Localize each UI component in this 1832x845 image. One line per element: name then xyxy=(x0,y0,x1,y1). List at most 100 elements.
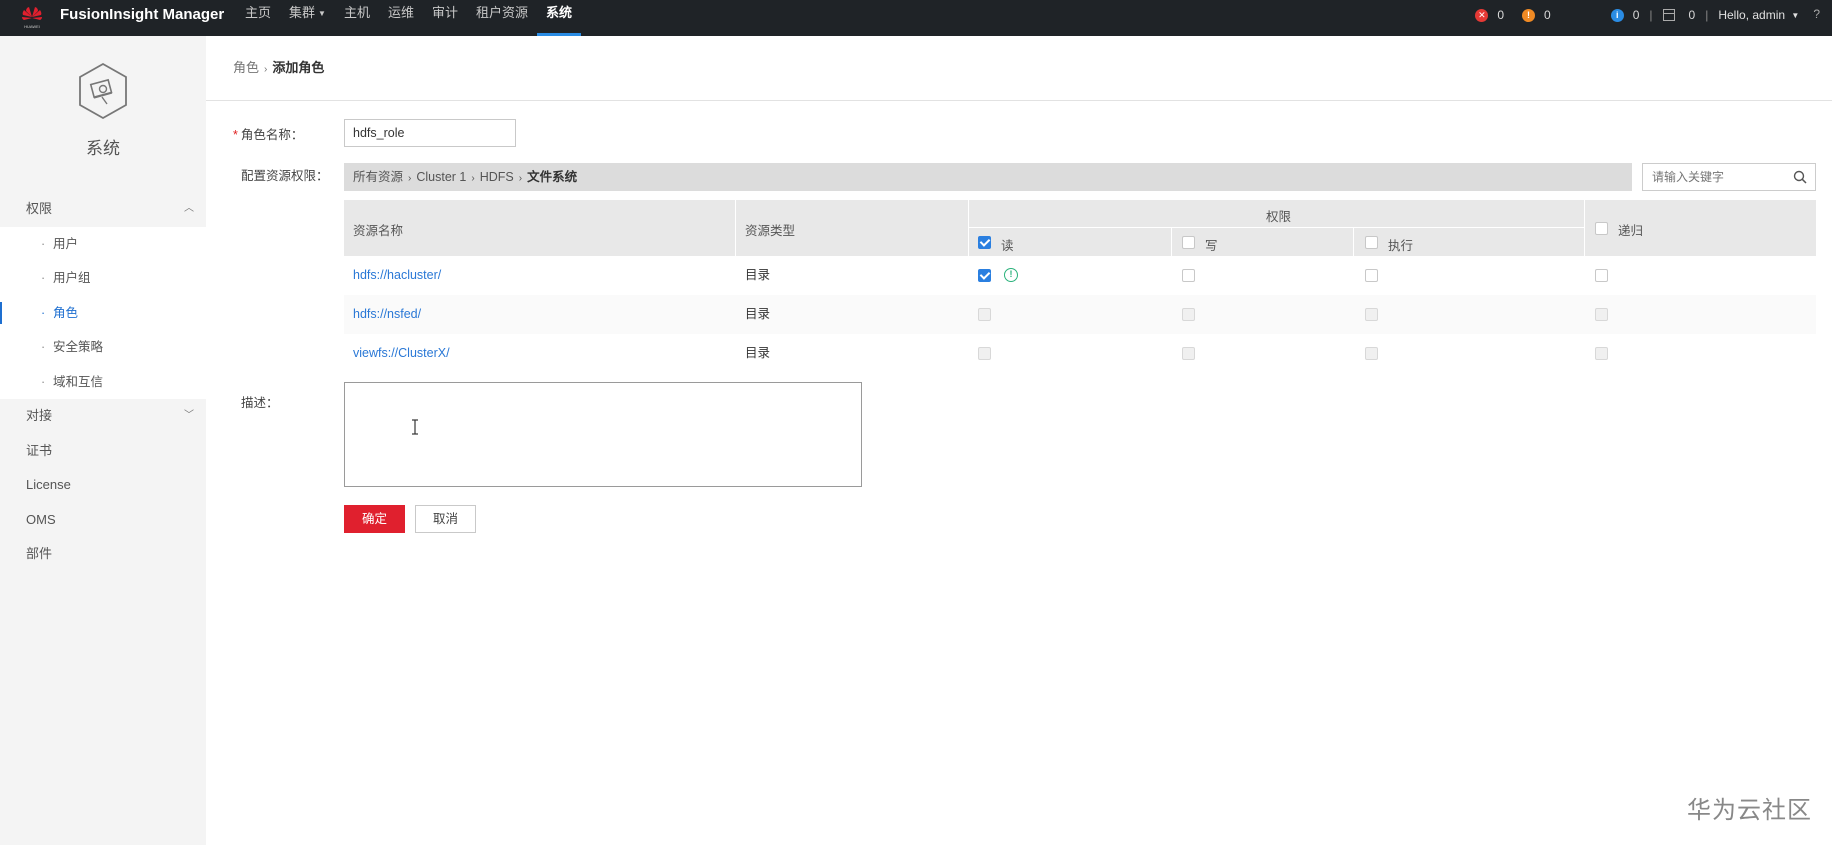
col-divider xyxy=(1171,228,1172,256)
sidebar-item-certificates[interactable]: 证书 xyxy=(0,434,206,469)
nav-hosts-label: 主机 xyxy=(343,5,370,20)
sidebar-group-integration[interactable]: 对接 ﹀ xyxy=(0,399,206,434)
resource-path-cluster[interactable]: Cluster 1 xyxy=(416,170,466,184)
table-header: 资源名称 资源类型 权限 读 写 执行 递归 xyxy=(344,200,1816,256)
nav-cluster[interactable]: 集群 ▼ xyxy=(280,0,335,36)
sidebar-menu: 权限 ︿ 用户 用户组 角色 安全策略 域和互信 对接 ﹀ 证书 License… xyxy=(0,192,206,572)
breadcrumb-current: 添加角色 xyxy=(272,60,325,75)
nav-system[interactable]: 系统 xyxy=(537,0,582,36)
select-all-read-checkbox[interactable] xyxy=(978,236,991,249)
breadcrumb-parent[interactable]: 角色 xyxy=(233,60,259,75)
read-checkbox[interactable] xyxy=(978,269,991,282)
sidebar-group-label: License xyxy=(26,477,71,492)
read-checkbox xyxy=(978,347,991,360)
sidebar-group-label: 证书 xyxy=(26,442,53,458)
sidebar-item-oms[interactable]: OMS xyxy=(0,503,206,538)
required-marker: * xyxy=(233,128,238,142)
description-textarea[interactable] xyxy=(344,382,862,487)
major-alarms[interactable]: ! 0 xyxy=(1522,0,1551,30)
sidebar-group-label: 权限 xyxy=(26,201,53,216)
resource-path-root[interactable]: 所有资源 xyxy=(353,170,403,184)
resource-path-service[interactable]: HDFS xyxy=(480,170,514,184)
select-all-execute-checkbox[interactable] xyxy=(1365,236,1378,249)
resource-type: 目录 xyxy=(745,346,771,360)
search-icon[interactable] xyxy=(1793,170,1807,184)
sidebar-item-security-policy[interactable]: 安全策略 xyxy=(0,330,206,365)
cancel-button[interactable]: 取消 xyxy=(415,505,476,533)
separator: | xyxy=(1705,8,1709,22)
critical-alarm-icon: ✕ xyxy=(1475,8,1489,22)
confirm-button[interactable]: 确定 xyxy=(344,505,405,533)
nav-system-label: 系统 xyxy=(546,5,573,20)
col-header-execute: 执行 xyxy=(1388,239,1414,253)
system-icon xyxy=(79,62,127,120)
nav-audit[interactable]: 审计 xyxy=(423,0,467,36)
sidebar-title: 系统 xyxy=(86,139,120,158)
table-row: viewfs://ClusterX/ 目录 xyxy=(344,334,1816,373)
resource-permission-label: 配置资源权限： xyxy=(241,169,329,183)
sidebar-item-domain-trust[interactable]: 域和互信 xyxy=(0,365,206,400)
role-name-input[interactable] xyxy=(344,119,516,147)
info-notices[interactable]: i 0 xyxy=(1610,0,1639,30)
user-menu[interactable]: Hello, admin ▼ xyxy=(1718,0,1799,30)
write-checkbox[interactable] xyxy=(1182,269,1195,282)
resource-path-sep: › xyxy=(408,173,412,184)
select-all-recursive-checkbox[interactable] xyxy=(1595,222,1608,235)
sidebar-item-label: 用户 xyxy=(53,236,79,251)
resource-path-sep: › xyxy=(518,173,523,184)
nav-o-and-m[interactable]: 运维 xyxy=(379,0,423,36)
chevron-up-icon: ︿ xyxy=(184,203,194,214)
col-header-resource-type: 资源类型 xyxy=(745,224,796,238)
nav-tenant-resources[interactable]: 租户资源 xyxy=(467,0,537,36)
select-all-write-checkbox[interactable] xyxy=(1182,236,1195,249)
svg-text:HUAWEI: HUAWEI xyxy=(24,24,40,29)
recursive-checkbox[interactable] xyxy=(1595,269,1608,282)
resource-name-link[interactable]: hdfs://nsfed/ xyxy=(353,295,421,334)
major-alarm-icon: ! xyxy=(1522,8,1536,22)
col-divider xyxy=(735,200,736,256)
sidebar-item-components[interactable]: 部件 xyxy=(0,537,206,572)
divider xyxy=(206,100,1832,101)
app-title: FusionInsight Manager xyxy=(60,6,225,23)
col-header-recursive: 递归 xyxy=(1618,224,1644,238)
recursive-checkbox xyxy=(1595,308,1608,321)
nav-cluster-label: 集群 xyxy=(289,5,316,20)
execute-checkbox xyxy=(1365,308,1378,321)
sidebar-group-label: OMS xyxy=(26,511,56,527)
execute-checkbox[interactable] xyxy=(1365,269,1378,282)
sidebar-item-user-groups[interactable]: 用户组 xyxy=(0,261,206,296)
sidebar-group-label: 对接 xyxy=(26,408,53,423)
breadcrumb: 角色 › 添加角色 xyxy=(233,57,324,76)
sidebar-item-license[interactable]: License xyxy=(0,468,206,503)
recursive-checkbox xyxy=(1595,347,1608,360)
nav-hosts[interactable]: 主机 xyxy=(335,0,379,36)
sidebar-group-permissions[interactable]: 权限 ︿ xyxy=(0,192,206,227)
topbar-right: ✕ 0 ! 0 i 0 | 0 | Hello, admin ▼ ? xyxy=(1457,0,1832,36)
resource-path: 所有资源 › Cluster 1 › HDFS › 文件系统 xyxy=(344,163,1632,191)
read-checkbox xyxy=(978,308,991,321)
search-box xyxy=(1642,163,1816,191)
critical-alarms[interactable]: ✕ 0 xyxy=(1475,0,1504,30)
nav-home-label: 主页 xyxy=(245,5,272,20)
write-checkbox xyxy=(1182,308,1195,321)
info-icon[interactable]: ! xyxy=(1004,268,1018,282)
tasks[interactable]: 0 xyxy=(1662,0,1695,30)
chevron-down-icon: ▼ xyxy=(318,9,326,18)
chevron-down-icon: ▼ xyxy=(1791,11,1800,20)
breadcrumb-sep: › xyxy=(264,64,268,75)
sidebar-item-roles[interactable]: 角色 xyxy=(0,296,206,331)
help-icon[interactable]: ? xyxy=(1813,0,1820,30)
nav-home[interactable]: 主页 xyxy=(236,0,280,36)
task-icon xyxy=(1662,9,1675,21)
resource-table: 资源名称 资源类型 权限 读 写 执行 递归 hdfs://hacluster/… xyxy=(344,200,1816,373)
sidebar-item-users[interactable]: 用户 xyxy=(0,227,206,262)
sidebar-item-label: 角色 xyxy=(53,305,79,320)
nav-tenant-label: 租户资源 xyxy=(476,5,529,20)
col-header-write: 写 xyxy=(1205,239,1218,253)
huawei-logo: HUAWEI xyxy=(22,7,42,29)
resource-name-link[interactable]: viewfs://ClusterX/ xyxy=(353,334,450,373)
col-header-read: 读 xyxy=(1001,239,1014,253)
resource-name-link[interactable]: hdfs://hacluster/ xyxy=(353,256,441,295)
search-input[interactable] xyxy=(1643,164,1783,190)
watermark: 华为云社区 xyxy=(1687,797,1812,824)
